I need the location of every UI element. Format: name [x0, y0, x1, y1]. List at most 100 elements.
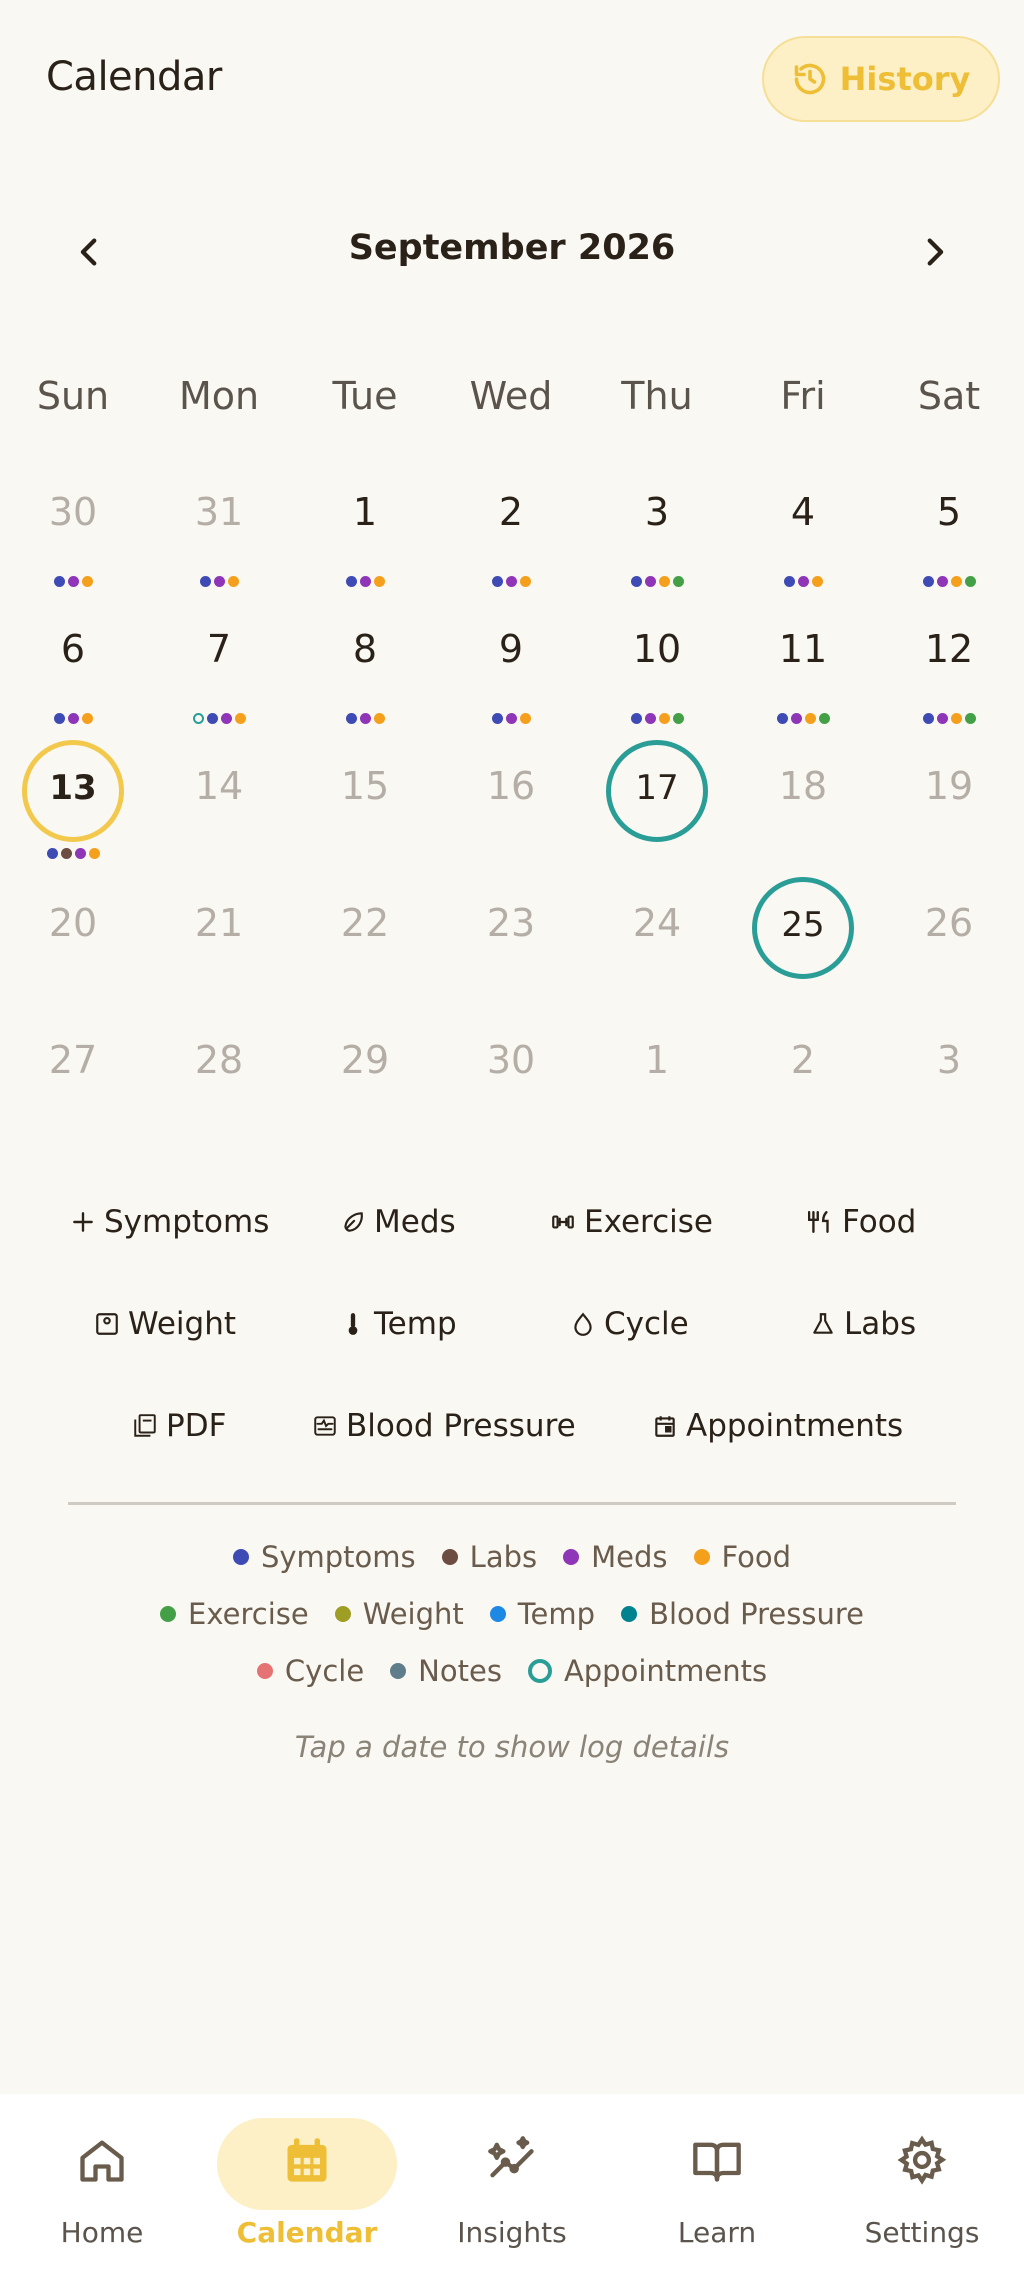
day-number: 31: [194, 490, 244, 534]
home-icon: [80, 2140, 124, 2182]
log-dot: [936, 576, 948, 587]
calendar-day[interactable]: 25: [730, 877, 876, 1017]
day-number: 30: [48, 490, 98, 534]
calendar-day[interactable]: 20: [0, 881, 146, 1017]
log-dot: [81, 576, 93, 587]
log-dots: [0, 576, 146, 587]
nav-learn[interactable]: Learn: [617, 2094, 817, 2276]
calendar-day[interactable]: 5: [876, 470, 1022, 606]
add-appointments-button[interactable]: Appointments: [652, 1408, 903, 1444]
history-button[interactable]: History: [762, 36, 1000, 122]
add-weight-button[interactable]: Weight: [94, 1306, 236, 1342]
log-dot: [220, 713, 232, 724]
calendar-day[interactable]: 30: [438, 1018, 584, 1154]
legend-item-labs: Labs: [441, 1540, 537, 1574]
log-dot: [53, 713, 65, 724]
log-dot: [818, 713, 830, 724]
calendar-day[interactable]: 3: [584, 470, 730, 606]
add-temp-button[interactable]: Temp: [340, 1306, 457, 1342]
nav-home[interactable]: Home: [2, 2094, 202, 2276]
legend-item-notes: Notes: [390, 1654, 502, 1688]
log-dot: [950, 713, 962, 724]
calendar-day[interactable]: 12: [876, 607, 1022, 743]
legend-item-symptoms: Symptoms: [232, 1540, 416, 1574]
calendar-day[interactable]: 4: [730, 470, 876, 606]
day-number: 3: [644, 490, 670, 534]
page-title: Calendar: [46, 54, 222, 100]
log-dots: [584, 713, 730, 724]
calendar-day[interactable]: 8: [292, 607, 438, 743]
legend-item-appointments: Appointments: [527, 1654, 767, 1688]
log-dot: [206, 713, 218, 724]
calendar-day[interactable]: 1: [292, 470, 438, 606]
nav-insights[interactable]: Insights: [412, 2094, 612, 2276]
log-dots: [0, 848, 146, 859]
calendar-day[interactable]: 21: [146, 881, 292, 1017]
log-dot: [88, 848, 100, 859]
export-pdf-button[interactable]: PDF: [132, 1408, 226, 1444]
calendar-day[interactable]: 10: [584, 607, 730, 743]
calendar-day[interactable]: 7: [146, 607, 292, 743]
scale-icon: [96, 1313, 118, 1335]
calendar-day[interactable]: 24: [584, 881, 730, 1017]
nav-settings[interactable]: Settings: [822, 2094, 1022, 2276]
weekday-header: Sun Mon Tue Wed Thu Fri Sat: [0, 374, 1024, 424]
legend-dot: [489, 1606, 506, 1622]
add-blood-pressure-button[interactable]: Blood Pressure: [312, 1408, 576, 1444]
calendar-day[interactable]: 31: [146, 470, 292, 606]
next-month-button[interactable]: [904, 222, 964, 282]
legend-label: Temp: [517, 1597, 596, 1631]
calendar-day[interactable]: 2: [730, 1018, 876, 1154]
add-food-button[interactable]: Food: [808, 1204, 916, 1240]
day-number: 20: [48, 901, 98, 945]
temp-action-label: Temp: [374, 1306, 457, 1342]
calendar-day[interactable]: 3: [876, 1018, 1022, 1154]
calendar-day[interactable]: 19: [876, 744, 1022, 880]
cycle-action-label: Cycle: [604, 1306, 689, 1342]
add-exercise-button[interactable]: Exercise: [550, 1204, 713, 1240]
calendar-day[interactable]: 15: [292, 744, 438, 880]
calendar-day[interactable]: 18: [730, 744, 876, 880]
calendar-day[interactable]: 1: [584, 1018, 730, 1154]
log-dot: [505, 713, 517, 724]
appointment-dot: [192, 713, 204, 724]
calendar-day[interactable]: 28: [146, 1018, 292, 1154]
calendar-day[interactable]: 23: [438, 881, 584, 1017]
utensils-icon: [808, 1211, 829, 1233]
log-dot: [776, 713, 788, 724]
legend-ring: [527, 1659, 552, 1683]
legend-item-weight: Weight: [334, 1597, 464, 1631]
calendar-day[interactable]: 9: [438, 607, 584, 743]
calendar-day[interactable]: 2: [438, 470, 584, 606]
add-cycle-button[interactable]: Cycle: [570, 1306, 689, 1342]
day-number: 24: [632, 901, 682, 945]
legend-dot: [441, 1549, 458, 1565]
day-number: 16: [486, 764, 536, 808]
add-symptoms-button[interactable]: Symptoms: [70, 1204, 269, 1240]
calendar-day[interactable]: 6: [0, 607, 146, 743]
add-meds-button[interactable]: Meds: [340, 1204, 456, 1240]
calendar-day[interactable]: 29: [292, 1018, 438, 1154]
calendar-day[interactable]: 13: [0, 740, 146, 880]
calendar-day[interactable]: 14: [146, 744, 292, 880]
calendar-day[interactable]: 11: [730, 607, 876, 743]
day-number: 14: [194, 764, 244, 808]
day-number: 1: [644, 1038, 670, 1082]
log-dots: [146, 713, 292, 724]
log-dot: [53, 576, 65, 587]
symptoms-action-label: Symptoms: [104, 1204, 270, 1240]
add-labs-button[interactable]: Labs: [810, 1306, 916, 1342]
nav-calendar[interactable]: Calendar: [207, 2094, 407, 2276]
log-dot: [81, 713, 93, 724]
calendar-day[interactable]: 17: [584, 740, 730, 880]
calendar-day[interactable]: 22: [292, 881, 438, 1017]
log-dots: [584, 576, 730, 587]
calendar-day[interactable]: 27: [0, 1018, 146, 1154]
calendar-day[interactable]: 26: [876, 881, 1022, 1017]
legend-label: Symptoms: [260, 1540, 416, 1574]
calendar-icon: [655, 1416, 675, 1437]
day-number: 6: [60, 627, 86, 671]
calendar-day[interactable]: 16: [438, 744, 584, 880]
log-dot: [345, 713, 357, 724]
calendar-day[interactable]: 30: [0, 470, 146, 606]
